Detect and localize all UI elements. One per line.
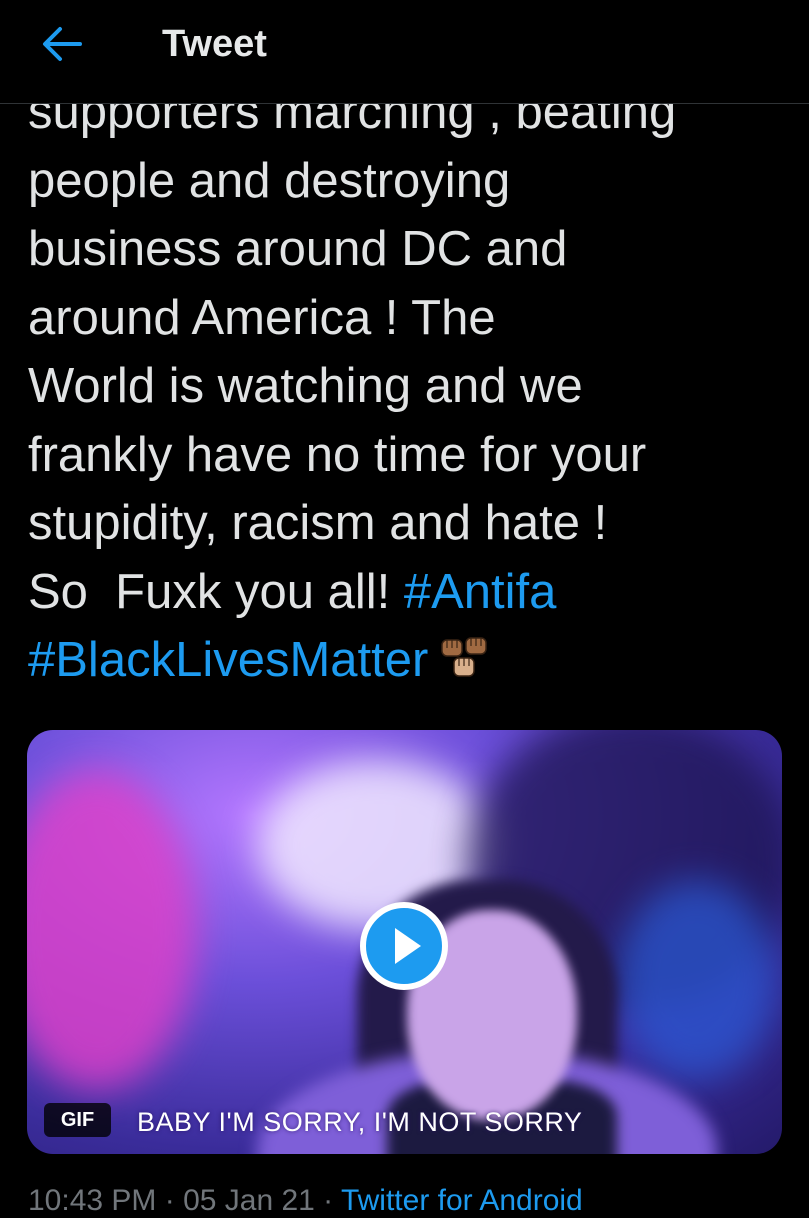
tweet-meta: 10:43 PM · 05 Jan 21 · Twitter for Andro… — [28, 1184, 583, 1218]
tweet-line-hashtag: #BlackLivesMatter — [28, 626, 788, 695]
back-button[interactable] — [38, 22, 86, 66]
tweet-line: people and destroying — [28, 153, 511, 208]
tweet-source-link[interactable]: Twitter for Android — [341, 1184, 583, 1217]
tweet-line: stupidity, racism and hate ! — [28, 496, 608, 550]
tweet-line-final: So Fuxk you all! #Antifa — [28, 558, 788, 627]
play-icon — [360, 902, 448, 990]
tweet-line: around America ! The — [28, 290, 496, 345]
tweet-body: supporters marching , beating people and… — [28, 78, 788, 695]
media-background — [27, 770, 197, 1090]
raised-fists-emoji — [438, 632, 490, 701]
hashtag-antifa[interactable]: #Antifa — [404, 565, 557, 619]
tweet-line-text: So Fuxk you all! — [28, 564, 404, 619]
top-bar: Tweet — [0, 0, 809, 104]
hashtag-blacklivesmatter[interactable]: #BlackLivesMatter — [28, 633, 428, 687]
tweet-line: frankly have no time for your — [28, 427, 647, 482]
gif-badge: GIF — [44, 1103, 111, 1137]
tweet-line: World is watching and we — [28, 359, 583, 413]
arrow-left-icon — [43, 27, 82, 61]
gif-caption: BABY I'M SORRY, I'M NOT SORRY — [137, 1107, 583, 1137]
tweet-line: business around DC and — [28, 222, 568, 276]
play-button[interactable] — [359, 901, 449, 991]
gif-media[interactable]: GIF BABY I'M SORRY, I'M NOT SORRY — [27, 730, 782, 1154]
media-background — [617, 880, 777, 1080]
page-title: Tweet — [162, 23, 267, 65]
tweet-timestamp: 10:43 PM · 05 Jan 21 · — [28, 1184, 341, 1217]
